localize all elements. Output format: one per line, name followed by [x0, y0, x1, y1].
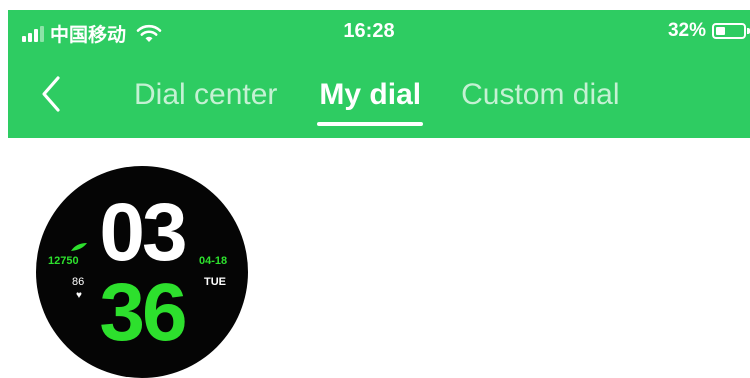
dial-date: 04-18 [199, 255, 228, 267]
battery-percent: 32% [667, 20, 706, 41]
dial-heart-rate: 86 [72, 276, 85, 288]
active-tab-indicator [317, 122, 424, 126]
dial-weekday: TUE [204, 276, 226, 288]
tab-custom-dial-label: Custom dial [461, 78, 620, 111]
tab-custom-dial[interactable]: Custom dial [461, 78, 619, 112]
tab-my-dial[interactable]: My dial [317, 78, 424, 126]
dial-thumbnail[interactable]: 03 36 12750 86 ♥ 04-18 TUE [36, 166, 248, 378]
battery-icon [712, 23, 750, 39]
nav-bar: Dial center My dial Custom dial [8, 56, 750, 138]
dial-tabs: Dial center My dial Custom dial [134, 78, 620, 126]
dial-steps: 12750 [48, 255, 79, 267]
tab-dial-center[interactable]: Dial center [134, 78, 277, 112]
status-right: 32% [667, 20, 750, 42]
tab-dial-center-label: Dial center [134, 78, 278, 111]
back-chevron-icon[interactable] [34, 74, 70, 114]
leaf-icon [71, 243, 87, 251]
status-bar: 中国移动 16:28 32% [8, 10, 750, 56]
heart-icon: ♥ [76, 290, 82, 301]
status-time: 16:28 [343, 20, 395, 42]
app-header: 中国移动 16:28 32% Dial center My dial Custo… [8, 10, 750, 138]
tab-my-dial-label: My dial [319, 78, 422, 111]
